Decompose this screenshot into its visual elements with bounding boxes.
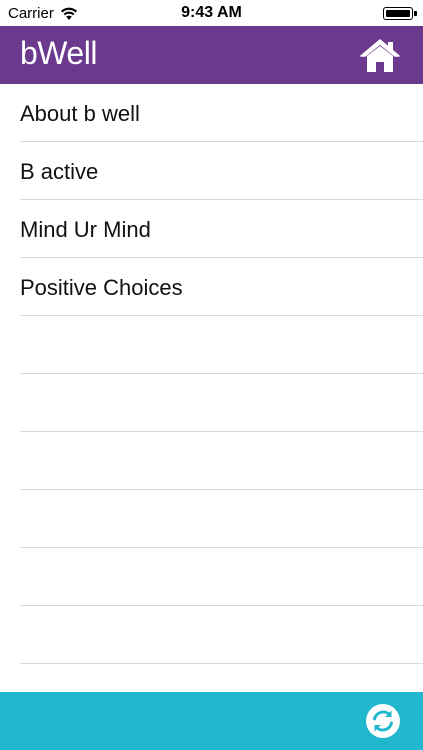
list-item-label: Positive Choices <box>20 275 183 300</box>
list-item[interactable]: Mind Ur Mind <box>0 200 423 258</box>
list-item-label: Mind Ur Mind <box>20 217 151 242</box>
list-item-empty <box>0 316 423 374</box>
app-title: bWell <box>20 35 97 71</box>
list-item-label: About b well <box>20 101 140 126</box>
list-item-label: B active <box>20 159 99 184</box>
home-icon[interactable] <box>360 38 400 74</box>
status-bar: Carrier 9:43 AM <box>0 0 423 26</box>
bottom-toolbar <box>0 692 423 750</box>
menu-list: About b well B active Mind Ur Mind Posit… <box>0 84 423 664</box>
list-item-empty <box>0 490 423 548</box>
list-item[interactable]: About b well <box>0 84 423 142</box>
list-item[interactable]: Positive Choices <box>0 258 423 316</box>
list-item-empty <box>0 374 423 432</box>
battery-nub <box>414 11 417 16</box>
list-item-empty <box>0 548 423 606</box>
battery-fill <box>386 10 410 17</box>
list-item-empty <box>0 606 423 664</box>
app-screen: Carrier 9:43 AM bWell About b well B act… <box>0 0 423 750</box>
refresh-icon[interactable] <box>365 703 401 739</box>
battery-icon <box>383 7 417 20</box>
status-time: 9:43 AM <box>181 4 242 21</box>
list-item[interactable]: B active <box>0 142 423 200</box>
nav-bar: bWell <box>0 26 423 84</box>
list-item-empty <box>0 432 423 490</box>
